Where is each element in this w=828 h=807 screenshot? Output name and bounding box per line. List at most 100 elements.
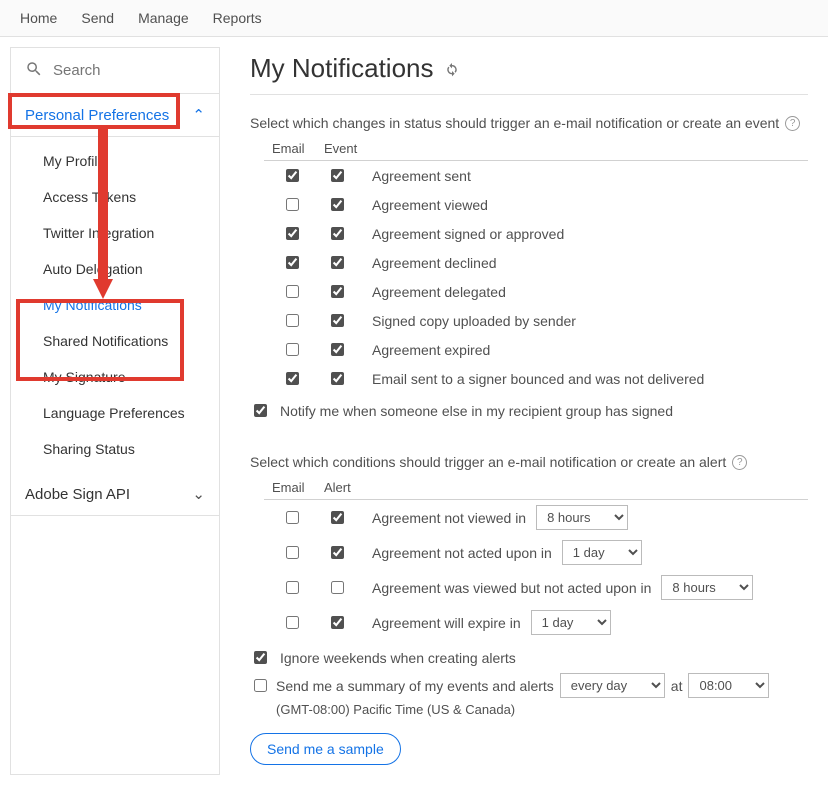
email-checkbox[interactable] [286, 256, 299, 269]
help-icon[interactable]: ? [732, 455, 747, 470]
alerts-table: Agreement not viewed in 8 hoursAgreement… [264, 499, 808, 640]
sidebar-section-label: Personal Preferences [25, 107, 169, 124]
alerts-heading-text: Select which conditions should trigger a… [250, 454, 726, 470]
table-row: Agreement declined [264, 248, 808, 277]
alert-interval-select[interactable]: 8 hours [661, 575, 753, 600]
email-checkbox[interactable] [286, 372, 299, 385]
summary-time-select[interactable]: 08:00 [688, 673, 769, 698]
sidebar-item[interactable]: Access Tokens [11, 179, 219, 215]
notify-group-row: Notify me when someone else in my recipi… [250, 393, 808, 422]
event-checkbox[interactable] [331, 372, 344, 385]
search-input[interactable] [51, 61, 205, 80]
sidebar-item[interactable]: Twitter Integration [11, 215, 219, 251]
event-checkbox[interactable] [331, 343, 344, 356]
table-row: Email sent to a signer bounced and was n… [264, 364, 808, 393]
nav-reports[interactable]: Reports [213, 10, 262, 26]
table-row: Signed copy uploaded by sender [264, 306, 808, 335]
alerts-heading: Select which conditions should trigger a… [250, 454, 808, 470]
sidebar-section-preferences[interactable]: Personal Preferences ⌃ [11, 94, 219, 137]
email-checkbox[interactable] [286, 616, 299, 629]
help-icon[interactable]: ? [785, 116, 800, 131]
email-checkbox[interactable] [286, 285, 299, 298]
event-label: Agreement signed or approved [372, 226, 564, 242]
table-row: Agreement was viewed but not acted upon … [264, 570, 808, 605]
event-label: Agreement declined [372, 255, 497, 271]
sidebar-item[interactable]: Language Preferences [11, 395, 219, 431]
search-wrap [11, 48, 219, 94]
table-row: Agreement not viewed in 8 hours [264, 500, 808, 535]
sidebar: Personal Preferences ⌃ My ProfileAccess … [10, 47, 220, 775]
table-row: Agreement expired [264, 335, 808, 364]
table-row: Agreement viewed [264, 190, 808, 219]
events-table: Agreement sent Agreement viewed Agreement … [264, 160, 808, 393]
sidebar-item[interactable]: My Profile [11, 143, 219, 179]
event-label: Agreement expired [372, 342, 490, 358]
alert-label: Agreement not viewed in [372, 510, 526, 526]
summary-at: at [671, 678, 683, 694]
email-checkbox[interactable] [286, 581, 299, 594]
sidebar-item[interactable]: Auto Delegation [11, 251, 219, 287]
alert-label: Agreement not acted upon in [372, 545, 552, 561]
email-checkbox[interactable] [286, 511, 299, 524]
event-label: Email sent to a signer bounced and was n… [372, 371, 704, 387]
alert-interval-select[interactable]: 1 day [562, 540, 642, 565]
email-checkbox[interactable] [286, 227, 299, 240]
col-email: Email [272, 141, 312, 156]
event-checkbox[interactable] [331, 285, 344, 298]
ignore-weekends-label: Ignore weekends when creating alerts [280, 650, 516, 666]
page-title: My Notifications [250, 53, 808, 84]
sidebar-item[interactable]: My Signature [11, 359, 219, 395]
table-row: Agreement delegated [264, 277, 808, 306]
alert-checkbox[interactable] [331, 546, 344, 559]
send-sample-button[interactable]: Send me a sample [250, 733, 401, 765]
alerts-col-headers: Email Alert [250, 480, 808, 495]
notify-group-label: Notify me when someone else in my recipi… [280, 403, 673, 419]
summary-checkbox[interactable] [254, 679, 267, 692]
sidebar-section-label: Adobe Sign API [25, 486, 130, 503]
event-checkbox[interactable] [331, 256, 344, 269]
event-checkbox[interactable] [331, 169, 344, 182]
ignore-weekends-row: Ignore weekends when creating alerts [250, 640, 808, 669]
summary-prefix: Send me a summary of my events and alert… [276, 678, 554, 694]
chevron-down-icon: ⌄ [192, 485, 205, 503]
top-nav: Home Send Manage Reports [0, 0, 828, 37]
table-row: Agreement not acted upon in 1 day [264, 535, 808, 570]
nav-home[interactable]: Home [20, 10, 57, 26]
refresh-icon[interactable] [444, 53, 460, 84]
event-label: Agreement delegated [372, 284, 506, 300]
sidebar-section-api[interactable]: Adobe Sign API ⌄ [11, 473, 219, 516]
email-checkbox[interactable] [286, 198, 299, 211]
alert-interval-select[interactable]: 1 day [531, 610, 611, 635]
email-checkbox[interactable] [286, 169, 299, 182]
summary-tz: (GMT-08:00) Pacific Time (US & Canada) [276, 702, 808, 717]
summary-freq-select[interactable]: every day [560, 673, 665, 698]
nav-manage[interactable]: Manage [138, 10, 189, 26]
chevron-up-icon: ⌃ [192, 106, 205, 124]
notify-group-checkbox[interactable] [254, 404, 267, 417]
nav-send[interactable]: Send [81, 10, 114, 26]
event-checkbox[interactable] [331, 314, 344, 327]
search-icon [25, 60, 43, 81]
events-col-headers: Email Event [250, 141, 808, 156]
events-heading: Select which changes in status should tr… [250, 115, 808, 131]
sidebar-item[interactable]: Sharing Status [11, 431, 219, 467]
col-email: Email [272, 480, 312, 495]
alert-checkbox[interactable] [331, 581, 344, 594]
sidebar-item[interactable]: My Notifications [11, 287, 219, 323]
email-checkbox[interactable] [286, 546, 299, 559]
alert-interval-select[interactable]: 8 hours [536, 505, 628, 530]
sidebar-item[interactable]: Shared Notifications [11, 323, 219, 359]
event-checkbox[interactable] [331, 198, 344, 211]
event-checkbox[interactable] [331, 227, 344, 240]
email-checkbox[interactable] [286, 343, 299, 356]
alert-checkbox[interactable] [331, 511, 344, 524]
ignore-weekends-checkbox[interactable] [254, 651, 267, 664]
table-row: Agreement signed or approved [264, 219, 808, 248]
alert-checkbox[interactable] [331, 616, 344, 629]
event-label: Agreement sent [372, 168, 471, 184]
alert-label: Agreement was viewed but not acted upon … [372, 580, 651, 596]
col-event: Event [324, 141, 357, 156]
alert-label: Agreement will expire in [372, 615, 521, 631]
events-heading-text: Select which changes in status should tr… [250, 115, 779, 131]
email-checkbox[interactable] [286, 314, 299, 327]
